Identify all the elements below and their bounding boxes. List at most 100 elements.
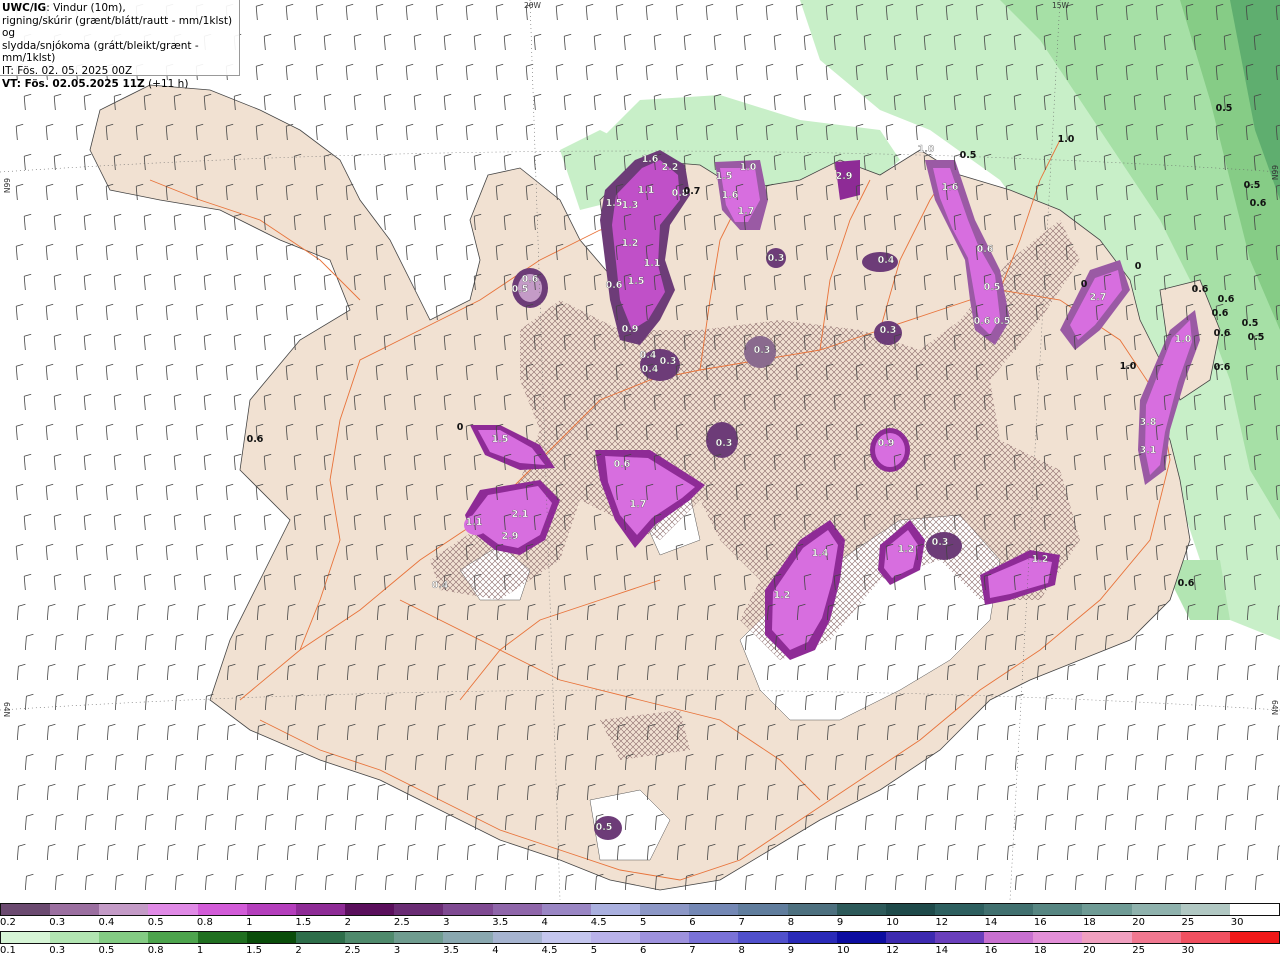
legend-swatch bbox=[836, 904, 886, 915]
header-wind-text: : Vindur (10m), bbox=[46, 2, 126, 14]
rain-label: 0.7 bbox=[684, 186, 701, 197]
legend-label: 3 bbox=[393, 945, 401, 956]
rain-label: 0.6 bbox=[1214, 362, 1231, 373]
legend-label: 7 bbox=[689, 945, 696, 956]
legend-swatch bbox=[246, 904, 296, 915]
legend-swatch bbox=[99, 904, 149, 915]
rain-label: 0.5 bbox=[1242, 318, 1259, 329]
legend-swatch bbox=[1033, 932, 1083, 943]
legend-swatch bbox=[1229, 904, 1280, 915]
legend-label: 2 bbox=[295, 945, 302, 956]
weather-map[interactable]: 20W 15W 66N 66N 64N 64N 1.61.12.21.5 1.30… bbox=[0, 0, 1280, 902]
legend-label: 2.5 bbox=[393, 917, 410, 928]
legend-label: 12 bbox=[935, 917, 949, 928]
legend-swatch bbox=[443, 932, 493, 943]
precip-label: 1.0 bbox=[918, 144, 935, 155]
legend-label: 0.3 bbox=[49, 945, 66, 956]
rain-label: 0 bbox=[1081, 279, 1088, 290]
legend-label: 0.8 bbox=[196, 917, 213, 928]
map-header: UWC/IG: Vindur (10m), rigning/skúrir (gr… bbox=[0, 0, 240, 90]
legend-rain-labels: 0.1 0.3 0.5 0.8 1 1.5 2 2.5 3 3.5 4 4.5 5 6 7 8 9 10 12 14 1… bbox=[0, 945, 1280, 957]
legend-swatch bbox=[984, 932, 1034, 943]
precip-label: 2.7 bbox=[1090, 292, 1107, 303]
precip-label: 1.5 bbox=[606, 198, 623, 209]
legend-snow-labels: 0.2 0.3 0.4 0.5 0.8 1 1.5 2 2.5 3 3.5 4 4.5 5 6 7 8 9 10 12… bbox=[0, 917, 1280, 929]
legend-swatch bbox=[787, 904, 837, 915]
precip-label: 0.5 bbox=[994, 316, 1011, 327]
precip-label: 0.6 bbox=[606, 280, 623, 291]
legend-swatch bbox=[689, 932, 739, 943]
color-legend: 0.2 0.3 0.4 0.5 0.8 1 1.5 2 2.5 3 3.5 4 4.5 5 6 7 8 9 10 12… bbox=[0, 902, 1280, 960]
legend-swatch bbox=[492, 904, 542, 915]
precip-label: 1.5 bbox=[492, 434, 509, 445]
legend-swatch bbox=[590, 904, 641, 915]
legend-label: 5 bbox=[590, 945, 598, 956]
initial-time: IT: Fös. 02. 05. 2025 00Z bbox=[2, 64, 133, 77]
precip-label: 2.9 bbox=[502, 531, 519, 542]
header-rain-text: rigning/skúrir (grænt/blátt/rautt - mm/1… bbox=[2, 14, 233, 40]
coord-20w: 20W bbox=[524, 1, 542, 10]
legend-swatch bbox=[295, 932, 346, 943]
precip-label: 1.0 bbox=[740, 162, 757, 173]
legend-label: 9 bbox=[787, 945, 795, 956]
precip-label: 0.4 bbox=[432, 580, 449, 591]
legend-swatch bbox=[640, 904, 690, 915]
legend-swatch bbox=[984, 904, 1034, 915]
header-snow-text: slydda/snjókoma (grátt/bleikt/grænt - mm… bbox=[2, 39, 199, 65]
rain-label: 0.6 bbox=[1192, 284, 1209, 295]
legend-label: 8 bbox=[787, 917, 795, 928]
precip-label: 0.3 bbox=[880, 325, 897, 336]
precip-label: 3.8 bbox=[1140, 417, 1157, 428]
legend-swatch bbox=[1082, 932, 1132, 943]
legend-label: 4.5 bbox=[541, 945, 558, 956]
legend-label: 14 bbox=[935, 945, 949, 956]
legend-swatch bbox=[1229, 932, 1280, 943]
legend-swatch bbox=[590, 932, 641, 943]
rain-label: 0.6 bbox=[247, 434, 264, 445]
legend-swatch bbox=[885, 932, 935, 943]
legend-label: 30 bbox=[1181, 945, 1195, 956]
precip-label: 0.4 bbox=[878, 255, 895, 266]
legend-swatch bbox=[99, 932, 149, 943]
legend-label: 18 bbox=[1033, 945, 1047, 956]
legend-swatch bbox=[1033, 904, 1083, 915]
legend-label: 4 bbox=[492, 945, 499, 956]
coord-66n-left: 66N bbox=[2, 178, 11, 193]
legend-label: 0.5 bbox=[147, 917, 164, 928]
legend-swatch bbox=[1131, 904, 1181, 915]
rain-label: 0.6 bbox=[1212, 308, 1229, 319]
legend-label: 2 bbox=[344, 917, 351, 928]
precip-label: 0.3 bbox=[660, 356, 677, 367]
precip-label: 0.4 bbox=[640, 350, 657, 361]
legend-label: 25 bbox=[1132, 945, 1146, 956]
rain-label: 0.5 bbox=[1248, 332, 1265, 343]
precip-label: 0.6 bbox=[977, 244, 994, 255]
legend-swatch bbox=[345, 904, 395, 915]
legend-label: 0.4 bbox=[98, 917, 115, 928]
rain-label: 0.6 bbox=[1178, 578, 1195, 589]
legend-label: 25 bbox=[1181, 917, 1195, 928]
precip-label: 0.6 bbox=[522, 274, 539, 285]
precip-label: 1.2 bbox=[622, 238, 639, 249]
legend-swatch bbox=[394, 932, 444, 943]
rain-label: 1.0 bbox=[1058, 134, 1075, 145]
legend-swatch bbox=[640, 932, 690, 943]
legend-label: 0.3 bbox=[49, 917, 66, 928]
legend-swatch bbox=[492, 932, 542, 943]
rain-label: 0.5 bbox=[1216, 103, 1233, 114]
coord-64n-left: 64N bbox=[2, 702, 11, 717]
precip-label: 1.1 bbox=[466, 517, 483, 528]
precip-label: 0.9 bbox=[878, 438, 895, 449]
legend-label: 0.8 bbox=[147, 945, 164, 956]
legend-label: 3.5 bbox=[492, 917, 509, 928]
legend-swatch bbox=[934, 932, 985, 943]
precip-label: 1.2 bbox=[1032, 554, 1049, 565]
legend-label: 10 bbox=[886, 917, 899, 928]
legend-label: 12 bbox=[886, 945, 899, 956]
precip-label: 1.3 bbox=[622, 200, 639, 211]
legend-label: 0.5 bbox=[98, 945, 115, 956]
precip-label: 0.3 bbox=[754, 345, 771, 356]
legend-swatch bbox=[738, 932, 788, 943]
legend-swatch bbox=[345, 932, 395, 943]
legend-swatch bbox=[1180, 932, 1230, 943]
